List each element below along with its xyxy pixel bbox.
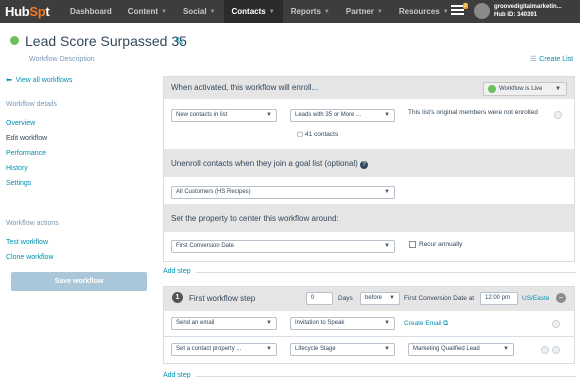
delay-days-input[interactable]: 0 [306,292,333,305]
workflow-live-toggle[interactable]: Workflow is Live ▼ [483,82,567,96]
account-info[interactable]: groovedigitalmarketin... Hub ID: 340391 [494,3,562,19]
property-select[interactable]: Lifecycle Stage ▼ [290,343,395,356]
live-status-icon [488,85,496,93]
chevron-down-icon: ▼ [389,295,395,301]
chevron-down-icon: ▼ [384,320,390,326]
nav-contacts[interactable]: Contacts ▼ [223,0,283,23]
chevron-down-icon: ▼ [384,189,390,195]
action-type-select[interactable]: Set a contact property ... ▼ [171,343,277,356]
top-nav: Hub Sp t Dashboard Content ▼ Social ▼ Contac… [0,0,580,23]
chevron-down-icon: ▼ [376,8,383,15]
sidebar-item-history[interactable]: History [6,165,28,172]
help-icon[interactable]: ? [360,161,369,169]
chevron-down-icon: ▼ [384,112,390,118]
unenroll-heading: Unenroll contacts when they join a goal … [171,159,369,169]
nav-social[interactable]: Social ▼ [175,0,224,23]
goal-list-select[interactable]: All Customers (HS Recipes) ▼ [171,186,395,199]
nav-dashboard[interactable]: Dashboard [62,0,120,23]
chevron-down-icon: ▼ [266,112,272,118]
create-list-link[interactable]: ☰ Create List [530,55,573,63]
divider [196,272,576,273]
status-dot-icon [10,36,19,45]
days-label: Days [338,295,353,302]
relation-select[interactable]: before ▼ [360,292,400,305]
timezone-link[interactable]: US/Easte [522,294,549,303]
external-link-icon: ⧉ [443,320,449,327]
contact-count: ▢ 41 contacts [297,131,339,138]
pencil-icon[interactable]: ✎ [175,35,184,48]
list-icon: ☰ [530,56,537,63]
add-step-link[interactable]: Add step [163,372,191,379]
page-title: Lead Score Surpassed 35 [25,33,187,49]
enroll-body [164,99,574,149]
time-input[interactable]: 12:00 pm [480,292,518,305]
enroll-type-select[interactable]: New contacts in list ▼ [171,109,277,122]
clone-workflow-link[interactable]: Clone workflow [6,254,53,261]
step-number: 1 [172,292,183,303]
divider [196,376,576,377]
workflow-description[interactable]: Workflow Description [29,56,95,63]
enroll-note: This list's original members were not en… [408,109,538,116]
divider [164,336,574,337]
action-type-select[interactable]: Send an email ▼ [171,317,277,330]
remove-action-icon[interactable] [552,320,560,328]
hubspot-logo[interactable]: Hub Sp t [0,0,62,23]
enroll-list-select[interactable]: Leads with 35 or More ... ▼ [290,109,395,122]
chevron-down-icon: ▼ [384,243,390,249]
sidebar-item-overview[interactable]: Overview [6,120,35,127]
save-workflow-button[interactable]: Save workflow [11,272,147,291]
workflow-details-heading: Workflow details [6,101,57,108]
copy-action-icon[interactable] [541,346,549,354]
nav-content[interactable]: Content ▼ [120,0,175,23]
step-heading: First workflow step [189,294,256,303]
account-name: groovedigitalmarketin... [494,4,562,10]
hub-id: Hub ID: 340391 [494,12,538,18]
anchor-label: First Conversion Date at [404,295,475,302]
center-property-select[interactable]: First Conversion Date ▼ [171,240,395,253]
notification-badge: 2 [463,3,468,9]
chevron-down-icon: ▼ [266,346,272,352]
chevron-down-icon: ▼ [442,8,449,15]
chevron-down-icon: ▼ [209,8,216,15]
property-value-select[interactable]: Marketing Qualified Lead ▼ [408,343,514,356]
add-step-link[interactable]: Add step [163,268,191,275]
chevron-down-icon: ▼ [266,320,272,326]
chevron-down-icon: ▼ [384,346,390,352]
nav-resources[interactable]: Resources ▼ [391,0,457,23]
center-heading: Set the property to center this workflow… [171,214,339,223]
chevron-down-icon: ▼ [323,8,330,15]
chevron-down-icon: ▼ [555,86,561,92]
nav-reports[interactable]: Reports ▼ [283,0,338,23]
recur-annually-checkbox[interactable] [409,241,416,248]
remove-icon[interactable] [554,111,562,119]
recur-annually-label: Recur annually [419,241,463,248]
chevron-down-icon: ▼ [161,8,167,15]
chevron-down-icon: ▼ [503,346,509,352]
avatar[interactable] [474,3,490,19]
sidebar-item-edit-workflow[interactable]: Edit workflow [6,135,47,142]
test-workflow-link[interactable]: Test workflow [6,239,48,246]
remove-step-icon[interactable]: − [556,293,566,303]
comment-icon: ▢ [297,131,305,138]
remove-action-icon[interactable] [552,346,560,354]
view-all-workflows-link[interactable]: ⬅ View all workflows [6,76,72,84]
workflow-actions-heading: Workflow actions [6,220,59,227]
back-arrow-icon: ⬅ [6,77,16,84]
sidebar-item-settings[interactable]: Settings [6,180,31,187]
enroll-heading: When activated, this workflow will enrol… [171,83,319,92]
create-email-link[interactable]: Create Email ⧉ [404,319,448,328]
nav-partner[interactable]: Partner ▼ [338,0,391,23]
chevron-down-icon: ▼ [268,8,275,15]
sidebar-item-performance[interactable]: Performance [6,150,46,157]
email-select[interactable]: Invitation to Speak ▼ [290,317,395,330]
